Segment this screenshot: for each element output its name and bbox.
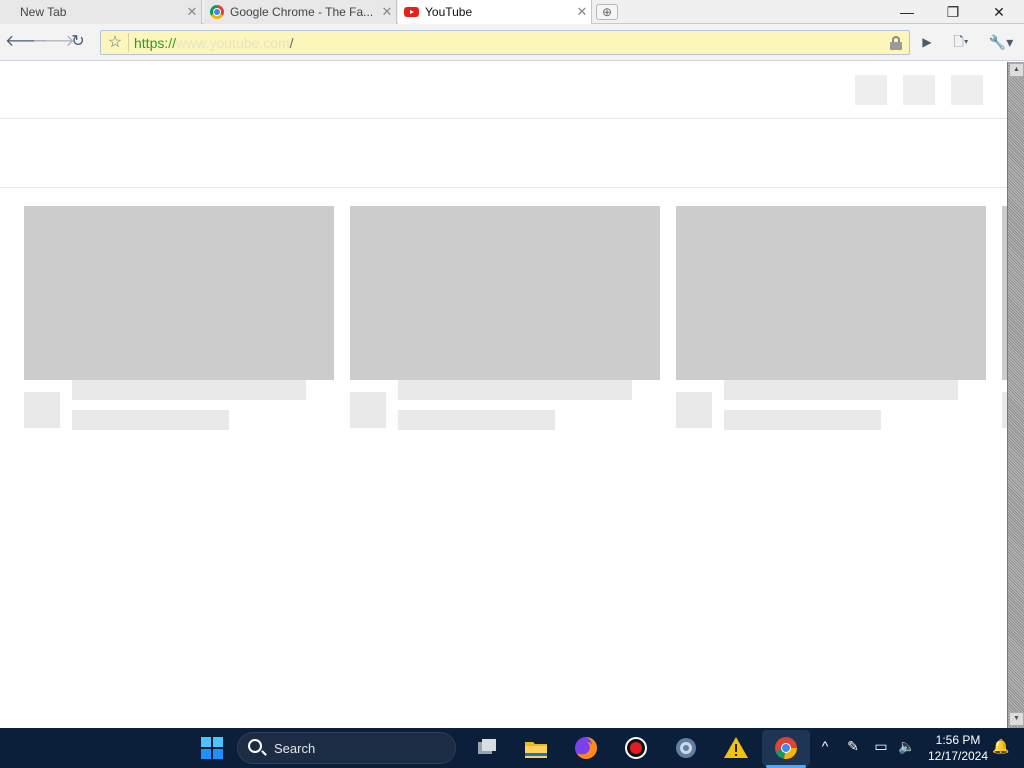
task-view-icon[interactable] bbox=[473, 734, 501, 762]
close-icon[interactable]: ✕ bbox=[573, 4, 591, 20]
url-scheme: https:// bbox=[134, 35, 177, 51]
bookmark-star-icon[interactable]: ☆ bbox=[105, 33, 125, 53]
header-placeholder bbox=[855, 75, 887, 105]
settings-gear-icon[interactable] bbox=[672, 734, 700, 762]
thumbnail-placeholder bbox=[676, 206, 986, 380]
scroll-down-icon[interactable]: ▼ bbox=[1009, 712, 1024, 726]
url-text[interactable]: https://www.youtube.com/ bbox=[134, 35, 294, 51]
chrome-taskbar-icon[interactable] bbox=[772, 734, 800, 762]
tab-strip: New Tab ✕ Google Chrome - The Fa... ✕ Yo… bbox=[0, 0, 1024, 25]
close-icon[interactable]: ✕ bbox=[378, 4, 396, 20]
divider bbox=[0, 118, 1007, 119]
avatar-placeholder bbox=[350, 392, 386, 428]
divider bbox=[128, 33, 129, 52]
search-icon bbox=[248, 739, 262, 753]
meta-placeholder bbox=[724, 410, 881, 430]
video-card-placeholder bbox=[350, 206, 660, 436]
tab-title: Google Chrome - The Fa... bbox=[230, 5, 374, 19]
warning-icon[interactable] bbox=[722, 734, 750, 762]
record-icon[interactable] bbox=[622, 734, 650, 762]
search-label: Search bbox=[274, 741, 316, 756]
clock[interactable]: 1:56 PM 12/17/2024 bbox=[922, 732, 994, 764]
forward-arrow-icon[interactable]: 🡒 bbox=[32, 31, 75, 53]
title-placeholder bbox=[398, 380, 632, 400]
wrench-icon[interactable]: 🔧▾ bbox=[985, 31, 1017, 53]
youtube-icon bbox=[404, 7, 419, 17]
pen-icon[interactable]: ✎ bbox=[843, 738, 863, 755]
tab-google-chrome[interactable]: Google Chrome - The Fa... ✕ bbox=[204, 0, 397, 24]
tab-title: YouTube bbox=[425, 5, 473, 19]
title-placeholder bbox=[724, 380, 958, 400]
back-arrow-icon[interactable]: 🡐 bbox=[5, 31, 48, 53]
clock-time: 1:56 PM bbox=[935, 733, 981, 747]
notification-bell-icon[interactable]: 🔔 bbox=[991, 738, 1011, 755]
url-host: www.youtube.com bbox=[176, 35, 290, 51]
omnibox[interactable]: ☆ https://www.youtube.com/ bbox=[100, 30, 910, 55]
video-card-placeholder bbox=[676, 206, 986, 436]
avatar-placeholder bbox=[24, 392, 60, 428]
avatar-placeholder bbox=[676, 392, 712, 428]
browser-toolbar: 🡐 🡒 ↻ ☆ https://www.youtube.com/ ▶ 🗋▾ 🔧▾ bbox=[0, 24, 1024, 61]
tab-youtube[interactable]: YouTube ✕ bbox=[398, 0, 592, 25]
title-placeholder bbox=[72, 380, 306, 400]
close-icon[interactable]: ✕ bbox=[183, 4, 201, 20]
tab-new-tab[interactable]: New Tab ✕ bbox=[0, 0, 202, 24]
meta-placeholder bbox=[398, 410, 555, 430]
tab-title: New Tab bbox=[20, 5, 67, 19]
play-icon[interactable]: ▶ bbox=[915, 31, 939, 53]
vertical-scrollbar[interactable]: ▲ ▼ bbox=[1007, 62, 1024, 728]
taskbar: Search ^ ✎ ▭ 🔈 1:56 PM 12/17/2024 🔔 bbox=[0, 728, 1024, 768]
display-icon[interactable]: ▭ bbox=[871, 738, 891, 755]
clock-date: 12/17/2024 bbox=[927, 749, 989, 763]
taskbar-search[interactable]: Search bbox=[237, 732, 456, 764]
divider bbox=[0, 187, 1007, 188]
new-tab-button[interactable]: ⊕ bbox=[596, 4, 618, 20]
windows-start-icon[interactable] bbox=[198, 734, 226, 762]
video-card-placeholder bbox=[24, 206, 334, 436]
volume-icon[interactable]: 🔈 bbox=[897, 738, 917, 755]
reload-icon[interactable]: ↻ bbox=[66, 31, 90, 53]
page-content bbox=[0, 62, 1007, 728]
firefox-icon[interactable] bbox=[572, 734, 600, 762]
header-placeholder bbox=[903, 75, 935, 105]
close-window-icon[interactable]: ✕ bbox=[976, 0, 1022, 24]
chevron-up-icon[interactable]: ^ bbox=[815, 738, 835, 754]
header-placeholder bbox=[951, 75, 983, 105]
chrome-icon bbox=[210, 5, 224, 19]
restore-icon[interactable]: ❐ bbox=[930, 0, 976, 24]
lock-icon[interactable] bbox=[890, 36, 902, 50]
scroll-up-icon[interactable]: ▲ bbox=[1009, 63, 1024, 77]
file-explorer-icon[interactable] bbox=[522, 734, 550, 762]
url-path: / bbox=[289, 35, 294, 51]
page-menu-icon[interactable]: 🗋▾ bbox=[946, 31, 976, 53]
thumbnail-placeholder bbox=[350, 206, 660, 380]
minimize-icon[interactable]: — bbox=[884, 0, 930, 24]
thumbnail-placeholder bbox=[24, 206, 334, 380]
meta-placeholder bbox=[72, 410, 229, 430]
